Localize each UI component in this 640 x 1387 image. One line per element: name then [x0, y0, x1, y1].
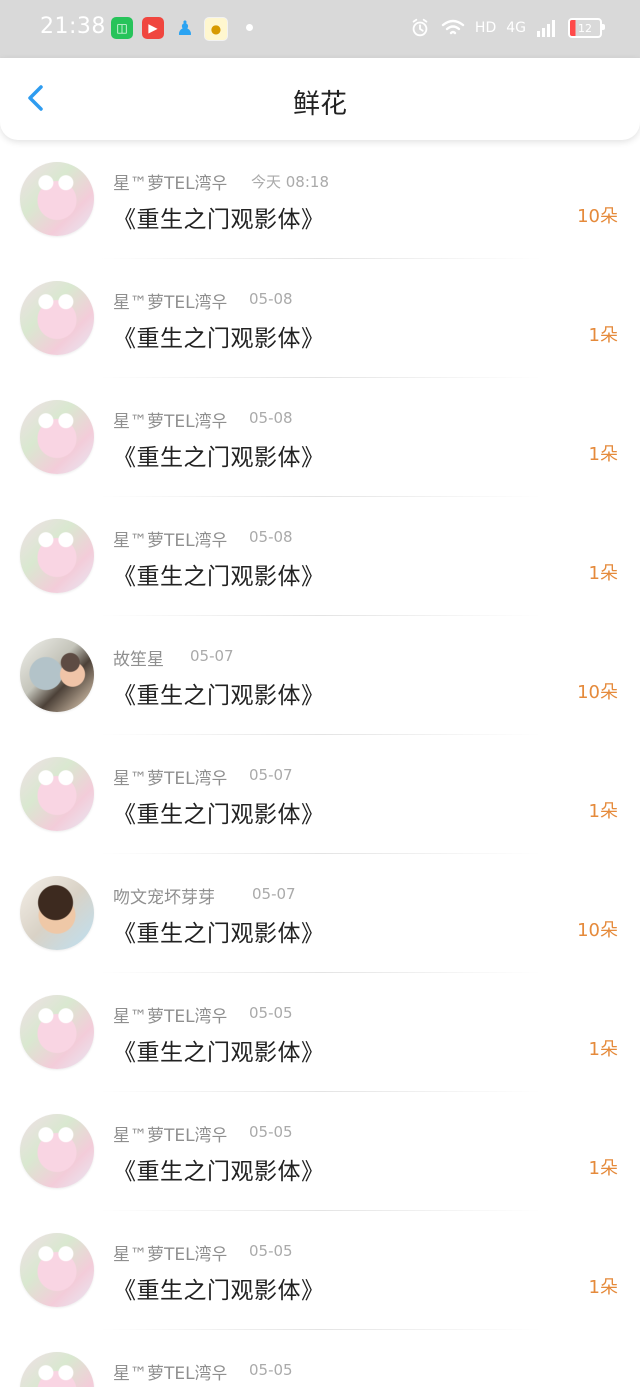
- flower-list-item[interactable]: 星™萝TEL湾우 05-05 《重生之门观影体》 1朵: [0, 1211, 640, 1330]
- item-date: 今天 08:18: [251, 173, 329, 191]
- flower-list-item[interactable]: 星™萝TEL湾우 05-05 《重生之门观影体》 1朵: [0, 1092, 640, 1211]
- sender-name[interactable]: 星™萝TEL湾우: [113, 407, 227, 432]
- book-title[interactable]: 《重生之门观影体》: [113, 795, 325, 829]
- item-date: 05-05: [249, 1004, 293, 1022]
- book-title[interactable]: 《重生之门观影体》: [113, 676, 325, 710]
- flower-count: 1朵: [588, 444, 618, 465]
- flower-list-item-partial[interactable]: 星™萝TEL湾우 05-05: [0, 1330, 640, 1387]
- app-icon-yellow-chat: ●: [204, 17, 228, 41]
- flower-count: 1朵: [588, 1277, 618, 1298]
- sender-name[interactable]: 星™萝TEL湾우: [113, 764, 227, 789]
- flower-list-item[interactable]: 星™萝TEL湾우 05-08 《重生之门观影体》 1朵: [0, 259, 640, 378]
- sender-name[interactable]: 吻文宠坏芽芽: [113, 883, 215, 908]
- item-date: 05-08: [249, 290, 293, 308]
- flower-list-item[interactable]: 吻文宠坏芽芽 05-07 《重生之门观影体》 10朵: [0, 854, 640, 973]
- avatar[interactable]: [20, 281, 94, 355]
- flower-count: 1朵: [588, 325, 618, 346]
- sender-name[interactable]: 星™萝TEL湾우: [113, 288, 227, 313]
- avatar[interactable]: [20, 638, 94, 712]
- app-icon-red-play: ▶: [142, 17, 164, 39]
- notification-dot-icon: [246, 24, 253, 31]
- sender-name[interactable]: 星™萝TEL湾우: [113, 169, 227, 194]
- book-title[interactable]: 《重生之门观影体》: [113, 1152, 325, 1186]
- avatar[interactable]: [20, 519, 94, 593]
- avatar[interactable]: [20, 757, 94, 831]
- app-icon-green-bag: ◫: [111, 17, 133, 39]
- avatar[interactable]: [20, 995, 94, 1069]
- flower-count: 1朵: [588, 1158, 618, 1179]
- status-time: 21:38: [40, 14, 106, 39]
- book-title[interactable]: 《重生之门观影体》: [113, 914, 325, 948]
- avatar[interactable]: [20, 876, 94, 950]
- flower-list-item[interactable]: 星™萝TEL湾우 05-05 《重生之门观影体》 1朵: [0, 973, 640, 1092]
- sender-name[interactable]: 星™萝TEL湾우: [113, 526, 227, 551]
- flower-list-item[interactable]: 故笙星 05-07 《重生之门观影体》 10朵: [0, 616, 640, 735]
- battery-level: 12: [578, 21, 592, 35]
- item-date: 05-08: [249, 528, 293, 546]
- flower-list-item[interactable]: 星™萝TEL湾우 05-07 《重生之门观影体》 1朵: [0, 735, 640, 854]
- flower-list-item[interactable]: 星™萝TEL湾우 05-08 《重生之门观影体》 1朵: [0, 497, 640, 616]
- flower-list: 星™萝TEL湾우 今天 08:18 《重生之门观影体》 10朵 星™萝TEL湾우…: [0, 140, 640, 1387]
- book-title[interactable]: 《重生之门观影体》: [113, 438, 325, 472]
- wifi-icon: [441, 19, 465, 35]
- avatar[interactable]: [20, 400, 94, 474]
- book-title[interactable]: 《重生之门观影体》: [113, 319, 325, 353]
- book-title[interactable]: 《重生之门观影体》: [113, 557, 325, 591]
- page-title: 鲜花: [293, 89, 347, 120]
- sender-name[interactable]: 星™萝TEL湾우: [113, 1240, 227, 1265]
- book-title[interactable]: 《重生之门观影体》: [113, 1033, 325, 1067]
- flower-count: 1朵: [588, 1039, 618, 1060]
- battery-icon: 12: [568, 18, 605, 38]
- avatar[interactable]: [20, 1114, 94, 1188]
- sender-name[interactable]: 故笙星: [113, 645, 164, 670]
- book-title[interactable]: 《重生之门观影体》: [113, 1271, 325, 1305]
- qq-icon: ♟: [176, 16, 194, 40]
- avatar[interactable]: [20, 1352, 94, 1387]
- status-bar: 21:38 ◫ ▶ ♟ ● HD 4G 12: [0, 0, 640, 58]
- flower-list-item[interactable]: 星™萝TEL湾우 今天 08:18 《重生之门观影体》 10朵: [0, 140, 640, 259]
- flower-count: 10朵: [577, 920, 618, 941]
- item-date: 05-05: [249, 1123, 293, 1141]
- avatar[interactable]: [20, 1233, 94, 1307]
- item-date: 05-08: [249, 409, 293, 427]
- item-date: 05-05: [249, 1361, 293, 1379]
- network-indicator: 4G: [506, 20, 526, 36]
- signal-icon: [537, 20, 555, 37]
- item-date: 05-07: [190, 647, 234, 665]
- hd-indicator: HD: [474, 20, 497, 36]
- top-navigation-bar: 鲜花: [0, 58, 640, 140]
- avatar[interactable]: [20, 162, 94, 236]
- flower-count: 1朵: [588, 801, 618, 822]
- sender-name[interactable]: 星™萝TEL湾우: [113, 1002, 227, 1027]
- alarm-icon: [412, 18, 428, 37]
- book-title[interactable]: 《重生之门观影体》: [113, 200, 325, 234]
- item-date: 05-07: [252, 885, 296, 903]
- sender-name[interactable]: 星™萝TEL湾우: [113, 1359, 227, 1384]
- flower-list-item[interactable]: 星™萝TEL湾우 05-08 《重生之门观影体》 1朵: [0, 378, 640, 497]
- sender-name[interactable]: 星™萝TEL湾우: [113, 1121, 227, 1146]
- system-status-icons: HD 4G 12: [409, 17, 605, 39]
- item-date: 05-05: [249, 1242, 293, 1260]
- flower-count: 10朵: [577, 682, 618, 703]
- flower-count: 10朵: [577, 206, 618, 227]
- flower-count: 1朵: [588, 563, 618, 584]
- item-date: 05-07: [249, 766, 293, 784]
